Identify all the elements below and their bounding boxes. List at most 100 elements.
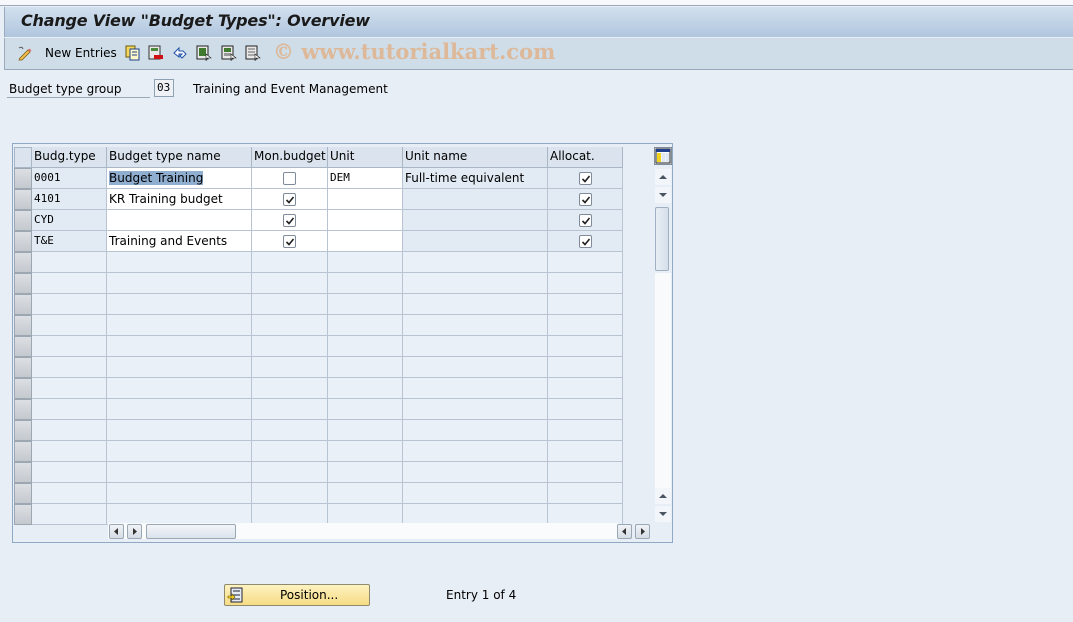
unit-name-cell xyxy=(403,420,548,441)
column-header-unit-name[interactable]: Unit name xyxy=(403,147,548,168)
row-selector-button[interactable] xyxy=(14,399,32,420)
unit-cell xyxy=(328,441,403,462)
allocat-cell xyxy=(548,441,623,462)
arrow-right-icon xyxy=(133,528,137,535)
arrow-left-icon xyxy=(622,528,626,535)
row-selector-button[interactable] xyxy=(14,462,32,483)
column-header-budget-type-name[interactable]: Budget type name xyxy=(107,147,252,168)
column-header-unit[interactable]: Unit xyxy=(328,147,403,168)
row-selector-button[interactable] xyxy=(14,252,32,273)
vertical-scrollbar[interactable] xyxy=(654,147,672,522)
select-block-button[interactable] xyxy=(221,44,237,62)
column-header-allocat[interactable]: Allocat. xyxy=(548,147,623,168)
row-selector-button[interactable] xyxy=(14,504,32,525)
checkmark-icon xyxy=(581,175,591,183)
mon-budget-cell xyxy=(252,378,328,399)
copy-button[interactable] xyxy=(125,44,141,62)
row-selector-button[interactable] xyxy=(14,441,32,462)
column-config-icon xyxy=(655,148,671,164)
mon-budget-cell xyxy=(252,462,328,483)
allocat-checkbox[interactable] xyxy=(579,172,592,185)
column-header-mon-budget[interactable]: Mon.budget xyxy=(252,147,328,168)
edit-pencil-icon xyxy=(17,45,33,61)
allocat-cell xyxy=(548,189,623,210)
scroll-right-end-button[interactable] xyxy=(635,524,650,539)
row-selector-button[interactable] xyxy=(14,210,32,231)
allocat-checkbox[interactable] xyxy=(579,214,592,227)
column-header-budg-type[interactable]: Budg.type xyxy=(32,147,107,168)
scroll-right-button[interactable] xyxy=(127,524,142,539)
allocat-cell xyxy=(548,231,623,252)
vertical-scroll-thumb[interactable] xyxy=(655,207,669,271)
unit-name-cell: Full-time equivalent xyxy=(403,168,548,189)
budg-type-cell xyxy=(32,504,107,525)
mon-budget-cell xyxy=(252,357,328,378)
deselect-all-button[interactable] xyxy=(245,44,261,62)
row-selector-button[interactable] xyxy=(14,336,32,357)
allocat-cell xyxy=(548,357,623,378)
row-selector-button[interactable] xyxy=(14,378,32,399)
budget-type-name-cell xyxy=(107,399,252,420)
budg-type-cell xyxy=(32,462,107,483)
checkmark-icon xyxy=(581,217,591,225)
budget-type-name-cell[interactable]: KR Training budget xyxy=(107,189,252,210)
mon-budget-checkbox[interactable] xyxy=(283,193,296,206)
delete-button[interactable] xyxy=(148,44,164,62)
budget-type-name-cell[interactable]: Training and Events xyxy=(107,231,252,252)
vertical-scroll-track[interactable] xyxy=(655,273,671,488)
select-all-rows-button[interactable] xyxy=(14,147,32,168)
scroll-down-button[interactable] xyxy=(655,187,671,203)
scroll-left-end-button[interactable] xyxy=(617,524,632,539)
unit-cell[interactable] xyxy=(328,231,403,252)
budget-type-name-cell xyxy=(107,315,252,336)
budg-type-cell xyxy=(32,420,107,441)
row-selector-button[interactable] xyxy=(14,231,32,252)
deselect-all-icon xyxy=(245,45,261,62)
allocat-cell xyxy=(548,252,623,273)
row-selector-button[interactable] xyxy=(14,315,32,336)
budget-type-name-text: KR Training budget xyxy=(109,192,223,206)
row-selector-button[interactable] xyxy=(14,273,32,294)
budget-type-name-cell[interactable]: Budget Training xyxy=(107,168,252,189)
unit-cell[interactable]: DEM xyxy=(328,168,403,189)
mon-budget-cell xyxy=(252,399,328,420)
unit-name-cell xyxy=(403,504,548,525)
allocat-cell xyxy=(548,168,623,189)
unit-cell[interactable] xyxy=(328,189,403,210)
undo-change-button[interactable] xyxy=(172,44,188,62)
mon-budget-checkbox[interactable] xyxy=(283,214,296,227)
mon-budget-checkbox[interactable] xyxy=(283,172,296,185)
scroll-up-button[interactable] xyxy=(655,169,671,185)
unit-cell xyxy=(328,462,403,483)
unit-cell[interactable] xyxy=(328,210,403,231)
row-selector-button[interactable] xyxy=(14,357,32,378)
row-selector-button[interactable] xyxy=(14,189,32,210)
position-button[interactable]: Position... xyxy=(224,584,370,606)
budget-type-group-field[interactable]: 03 xyxy=(154,79,174,97)
horizontal-scroll-thumb[interactable] xyxy=(146,524,236,539)
mon-budget-checkbox[interactable] xyxy=(283,235,296,248)
budg-type-cell xyxy=(32,357,107,378)
title-bar: Change View "Budget Types": Overview xyxy=(4,7,1073,37)
budget-type-name-cell xyxy=(107,378,252,399)
allocat-cell xyxy=(548,399,623,420)
allocat-checkbox[interactable] xyxy=(579,235,592,248)
new-entries-button[interactable]: New Entries xyxy=(45,44,117,62)
row-selector-button[interactable] xyxy=(14,294,32,315)
scroll-page-up-button[interactable] xyxy=(655,488,671,504)
budg-type-cell: 0001 xyxy=(32,168,107,189)
unit-cell xyxy=(328,420,403,441)
allocat-checkbox[interactable] xyxy=(579,193,592,206)
budget-type-name-cell[interactable] xyxy=(107,210,252,231)
table-settings-button[interactable] xyxy=(654,147,672,165)
display-change-button[interactable] xyxy=(17,44,33,62)
scroll-left-button[interactable] xyxy=(109,524,124,539)
row-selector-button[interactable] xyxy=(14,483,32,504)
scroll-page-down-button[interactable] xyxy=(655,506,671,522)
select-all-button[interactable] xyxy=(196,44,212,62)
row-selector-button[interactable] xyxy=(14,420,32,441)
page-title: Change View "Budget Types": Overview xyxy=(21,11,370,30)
unit-name-cell xyxy=(403,210,548,231)
row-selector-button[interactable] xyxy=(14,168,32,189)
delete-icon xyxy=(148,45,164,61)
